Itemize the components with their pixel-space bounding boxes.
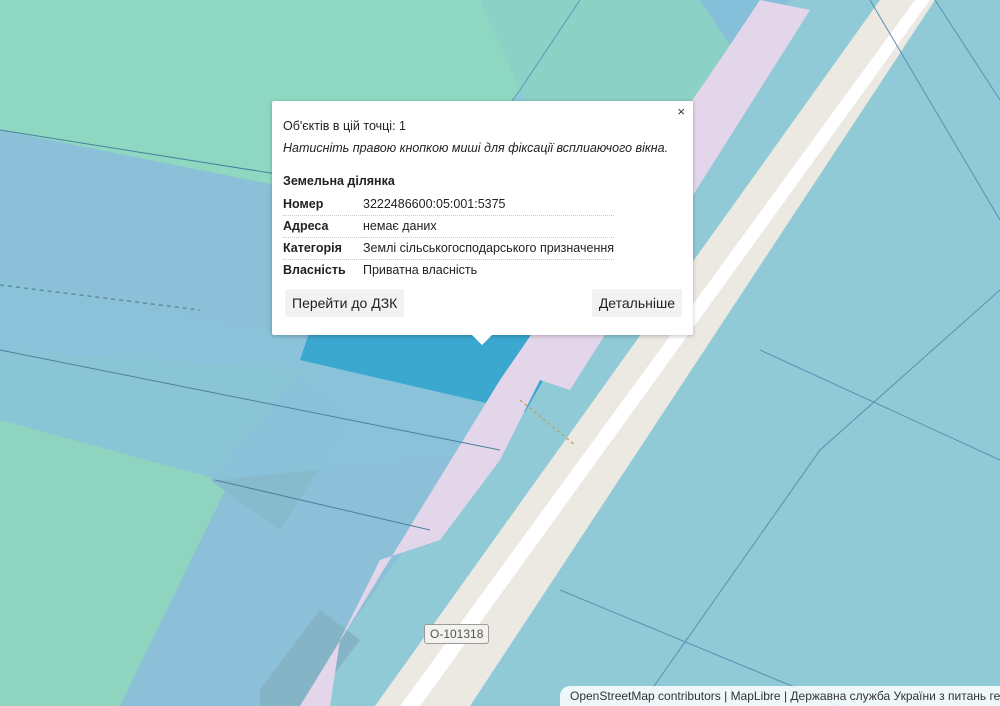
attribute-row: Власність Приватна власність — [283, 260, 614, 282]
attribute-value: немає даних — [363, 215, 615, 238]
feature-popup[interactable]: × Об'єктів в цій точці: 1 Натисніть прав… — [272, 101, 693, 345]
go-to-dzk-button[interactable]: Перейти до ДЗК — [285, 289, 405, 317]
attribute-key: Адреса — [283, 215, 363, 238]
attribute-value: Приватна власність — [363, 263, 478, 277]
maplibre-link[interactable]: MapLibre — [731, 689, 781, 703]
details-button[interactable]: Детальніше — [591, 289, 682, 317]
attribute-value: Землі сільськогосподарського призначення — [363, 237, 615, 260]
close-icon[interactable]: × — [675, 104, 687, 120]
popup-tip — [472, 335, 492, 345]
popup-heading: Земельна ділянка — [283, 174, 395, 188]
popup-actions: Перейти до ДЗК Детальніше — [285, 289, 682, 317]
attribute-key: Номер — [283, 194, 363, 216]
attribute-key: Власність — [283, 263, 346, 277]
attribute-row: Номер 3222486600:05:001:5375 — [283, 194, 615, 216]
road-ref-label: O-101318 — [424, 624, 490, 644]
attribution-separator: | — [724, 689, 728, 703]
map-canvas[interactable]: O-101318 × Об'єктів в цій точці: 1 Натис… — [0, 0, 1000, 706]
attribute-table: Номер 3222486600:05:001:5375 Адреса нема… — [283, 194, 615, 282]
attribution-separator: | — [783, 689, 788, 703]
objects-count: Об'єктів в цій точці: 1 — [283, 119, 406, 133]
attribute-value: 3222486600:05:001:5375 — [363, 194, 615, 216]
attribute-key: Категорія — [283, 237, 363, 260]
map-attribution: OpenStreetMap contributors | MapLibre | … — [560, 686, 1000, 706]
attribute-row: Категорія Землі сільськогосподарського п… — [283, 237, 615, 260]
osm-link[interactable]: OpenStreetMap contributors — [570, 689, 721, 703]
attribute-row: Адреса немає даних — [283, 215, 615, 238]
state-service-attribution: Державна служба України з питань геодезі… — [790, 689, 1000, 703]
popup-hint: Натисніть правою кнопкою миші для фіксац… — [283, 141, 669, 155]
